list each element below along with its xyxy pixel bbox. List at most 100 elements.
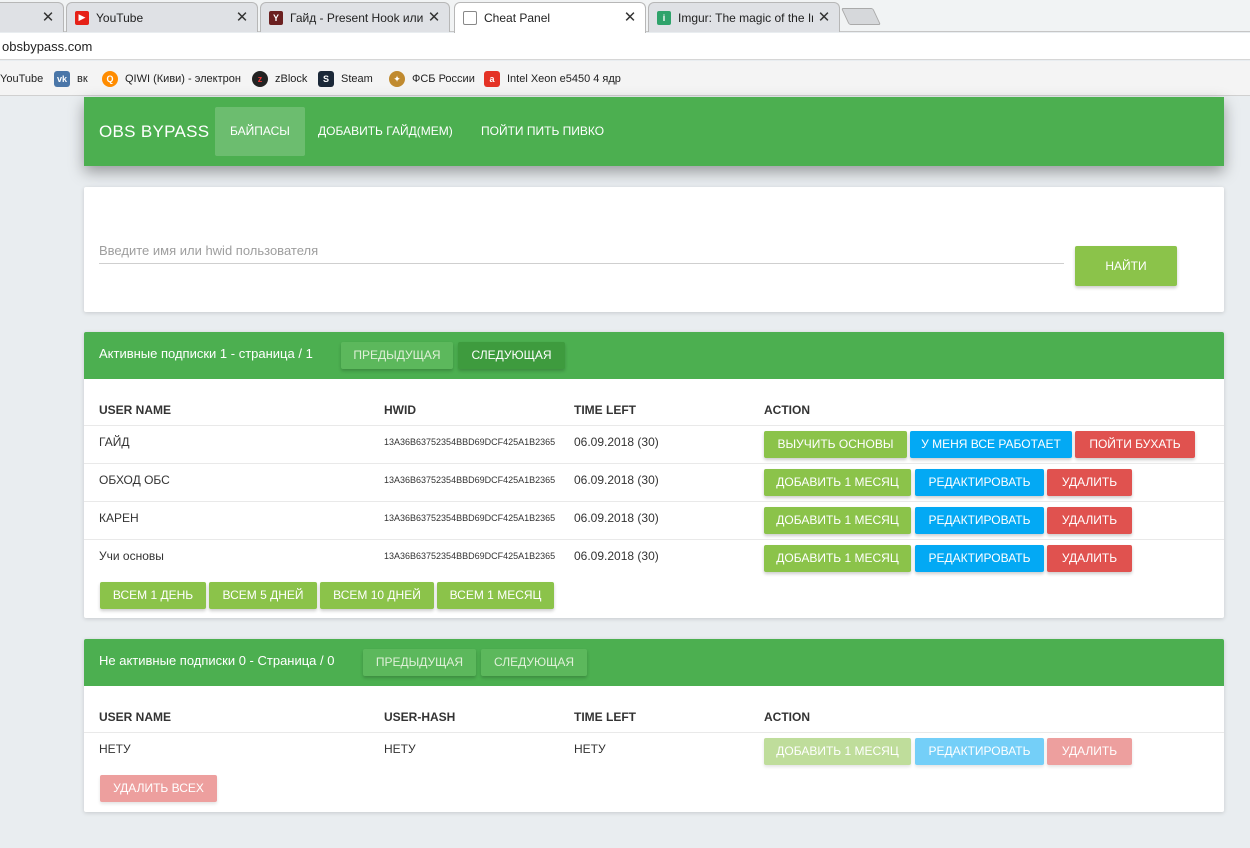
youtube-icon: ▶ <box>75 10 89 25</box>
delete-button[interactable]: Удалить <box>1047 738 1132 765</box>
zblock-icon: z <box>252 71 268 87</box>
column-header-username: User Name <box>99 403 172 417</box>
browser-tab-1[interactable]: ✕ <box>0 2 64 32</box>
card-header: Не активные подписки 0 - Страница / 0 <box>84 639 1224 686</box>
row-divider <box>84 732 1224 733</box>
active-next-button[interactable]: Следующая <box>458 342 565 369</box>
edit-button[interactable]: Редактировать <box>915 469 1044 496</box>
browser-tab-cheat-panel[interactable]: Cheat Panel ✕ <box>454 2 646 33</box>
add-month-button[interactable]: Добавить 1 месяц <box>764 545 911 572</box>
url-text[interactable]: obsbypass.com <box>2 39 92 54</box>
column-header-action: Action <box>764 403 810 417</box>
emblem-icon: ✦ <box>389 71 405 87</box>
bookmark-aliexpress[interactable]: a Intel Xeon e5450 4 ядр <box>484 70 621 88</box>
site-navbar: OBS BYPASS Байпасы Добавить Гайд(мем) По… <box>84 97 1224 166</box>
all-10-days-button[interactable]: Всем 10 дней <box>320 582 434 609</box>
bookmark-label: YouTube <box>0 73 44 85</box>
row-divider <box>84 539 1224 540</box>
row-username: Учи основы <box>99 549 164 563</box>
edit-button[interactable]: Редактировать <box>915 545 1044 572</box>
row-username: ОБХОД ОБС <box>99 473 170 487</box>
row-time-left: 06.09.2018 (30) <box>574 511 659 525</box>
bookmark-label: Intel Xeon e5450 4 ядр <box>507 73 621 85</box>
delete-all-button[interactable]: Удалить всех <box>100 775 217 802</box>
nav-add-guide[interactable]: Добавить Гайд(мем) <box>303 107 468 156</box>
close-tab-icon[interactable]: ✕ <box>817 10 831 25</box>
all-works-button[interactable]: У меня все работает <box>910 431 1072 458</box>
all-5-days-button[interactable]: Всем 5 дней <box>209 582 317 609</box>
search-input[interactable] <box>99 238 1064 264</box>
qiwi-icon: Q <box>102 71 118 87</box>
close-tab-icon[interactable]: ✕ <box>41 10 55 25</box>
row-username: НЕТУ <box>99 742 131 756</box>
column-header-user-hash: User-Hash <box>384 710 456 724</box>
delete-button[interactable]: Удалить <box>1047 545 1132 572</box>
bookmark-vk[interactable]: vk вк <box>54 70 88 88</box>
bookmark-fsb[interactable]: ✦ ФСБ России <box>389 70 475 88</box>
nav-go-drink[interactable]: Пойти пить пивко <box>466 107 619 156</box>
row-hwid: 13A36B63752354BBD69DCF425A1B2365 <box>384 551 556 561</box>
address-bar[interactable]: obsbypass.com <box>0 33 1250 60</box>
row-user-hash: НЕТУ <box>384 742 416 756</box>
edit-button[interactable]: Редактировать <box>915 738 1044 765</box>
imgur-icon: i <box>657 10 671 25</box>
add-month-button[interactable]: Добавить 1 месяц <box>764 469 911 496</box>
add-month-button[interactable]: Добавить 1 месяц <box>764 738 911 765</box>
browser-tab-imgur[interactable]: i Imgur: The magic of the Int ✕ <box>648 2 840 32</box>
row-username: КАРЕН <box>99 511 139 525</box>
bookmark-zblock[interactable]: z zBlock <box>252 70 307 88</box>
row-time-left: НЕТУ <box>574 742 606 756</box>
active-subscriptions-title: Активные подписки 1 - страница / 1 <box>99 346 313 361</box>
row-time-left: 06.09.2018 (30) <box>574 473 659 487</box>
go-drink-button[interactable]: Пойти бухать <box>1075 431 1195 458</box>
page-icon <box>463 11 477 25</box>
close-tab-icon[interactable]: ✕ <box>623 10 637 25</box>
nav-bypasses[interactable]: Байпасы <box>215 107 305 156</box>
delete-button[interactable]: Удалить <box>1047 507 1132 534</box>
all-1-month-button[interactable]: Всем 1 месяц <box>437 582 554 609</box>
steam-icon: S <box>318 71 334 87</box>
inactive-subscriptions-title: Не активные подписки 0 - Страница / 0 <box>99 653 335 668</box>
inactive-subscriptions-card: Не активные подписки 0 - Страница / 0 <box>84 639 1224 812</box>
edit-button[interactable]: Редактировать <box>915 507 1044 534</box>
bookmark-youtube[interactable]: YouTube <box>0 70 43 88</box>
card-header: Активные подписки 1 - страница / 1 <box>84 332 1224 379</box>
yandex-icon: Y <box>269 10 283 25</box>
inactive-next-button[interactable]: Следующая <box>481 649 587 676</box>
row-time-left: 06.09.2018 (30) <box>574 549 659 563</box>
row-divider <box>84 501 1224 502</box>
tab-title: Cheat Panel <box>484 11 551 25</box>
row-hwid: 13A36B63752354BBD69DCF425A1B2365 <box>384 437 556 447</box>
row-hwid: 13A36B63752354BBD69DCF425A1B2365 <box>384 475 556 485</box>
inactive-prev-button[interactable]: Предыдущая <box>363 649 476 676</box>
close-tab-icon[interactable]: ✕ <box>427 10 441 25</box>
close-tab-icon[interactable]: ✕ <box>235 10 249 25</box>
active-prev-button[interactable]: Предыдущая <box>341 342 453 369</box>
tab-title: Imgur: The magic of the Int <box>678 10 813 25</box>
brand-logo[interactable]: OBS BYPASS <box>99 122 209 142</box>
delete-button[interactable]: Удалить <box>1047 469 1132 496</box>
bookmarks-bar: YouTube vk вк Q QIWI (Киви) - электрон z… <box>0 61 1250 96</box>
bookmark-steam[interactable]: S Steam <box>318 70 373 88</box>
browser-tabbar: ✕ ▶ YouTube ✕ Y Гайд - Present Hook или … <box>0 0 1250 33</box>
tab-title: YouTube <box>96 10 144 25</box>
column-header-time-left: Time Left <box>574 403 636 417</box>
column-header-hwid: HWID <box>384 403 416 417</box>
row-time-left: 06.09.2018 (30) <box>574 435 659 449</box>
column-header-time-left: Time Left <box>574 710 636 724</box>
search-button[interactable]: Найти <box>1075 246 1177 286</box>
bookmark-label: ФСБ России <box>412 73 475 85</box>
new-tab-button[interactable] <box>841 8 881 25</box>
bookmark-qiwi[interactable]: Q QIWI (Киви) - электрон <box>102 70 241 88</box>
browser-tab-guide[interactable]: Y Гайд - Present Hook или Об ✕ <box>260 2 450 32</box>
row-username: ГАЙД <box>99 435 130 449</box>
browser-tab-youtube[interactable]: ▶ YouTube ✕ <box>66 2 258 32</box>
learn-basics-button[interactable]: Выучить основы <box>764 431 907 458</box>
column-header-action: Action <box>764 710 810 724</box>
row-hwid: 13A36B63752354BBD69DCF425A1B2365 <box>384 513 556 523</box>
all-1-day-button[interactable]: Всем 1 день <box>100 582 206 609</box>
add-month-button[interactable]: Добавить 1 месяц <box>764 507 911 534</box>
row-divider <box>84 463 1224 464</box>
row-divider <box>84 425 1224 426</box>
bookmark-label: zBlock <box>275 73 308 85</box>
